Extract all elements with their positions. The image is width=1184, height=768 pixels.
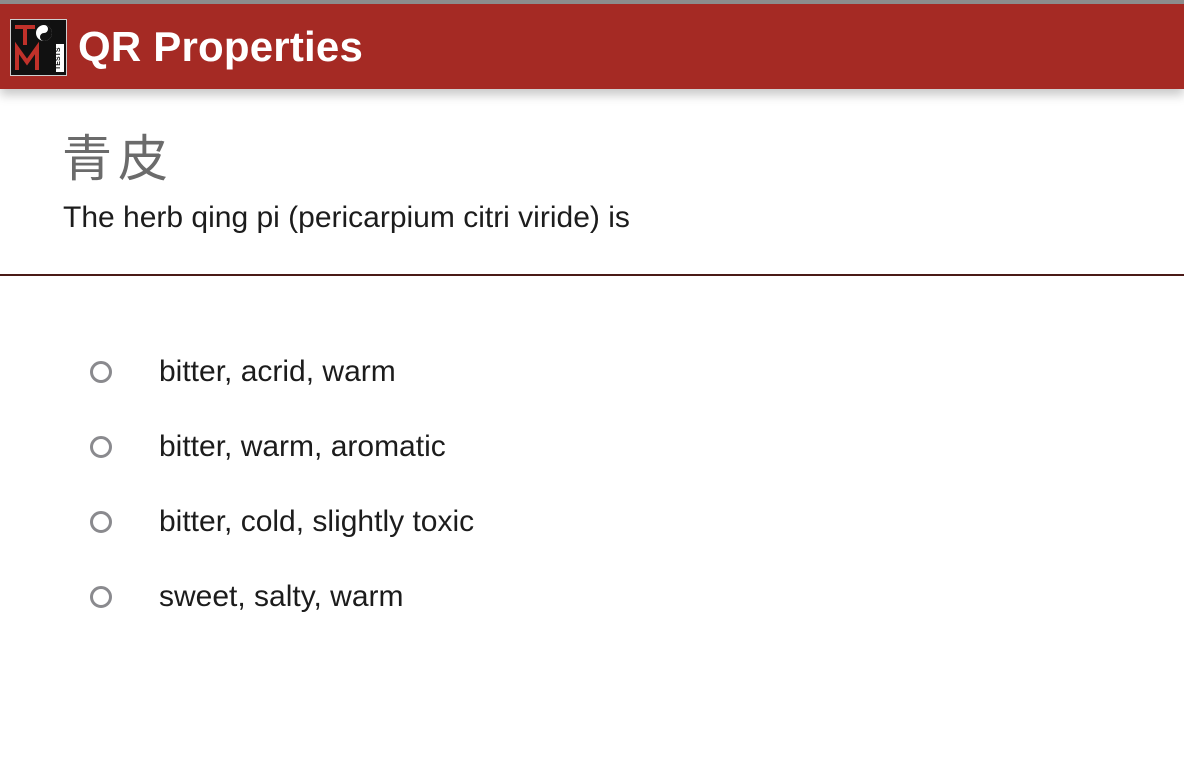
answer-option-label[interactable]: bitter, cold, slightly toxic (159, 503, 474, 541)
answer-option[interactable]: bitter, acrid, warm (86, 347, 786, 397)
app-header: TESTS QR Properties (0, 0, 1184, 89)
app-logo: TESTS (10, 19, 67, 76)
tcm-tests-logo-icon: TESTS (11, 20, 66, 75)
radio-button[interactable] (90, 586, 112, 608)
answer-option-label[interactable]: bitter, warm, aromatic (159, 428, 446, 466)
answer-option[interactable]: bitter, warm, aromatic (86, 422, 786, 472)
answer-option-label[interactable]: sweet, salty, warm (159, 578, 404, 616)
herb-chinese-name: 青皮 (62, 130, 174, 188)
question-text: The herb qing pi (pericarpium citri viri… (63, 201, 630, 234)
answer-option[interactable]: bitter, cold, slightly toxic (86, 497, 786, 547)
page-title: QR Properties (78, 23, 364, 70)
divider (0, 274, 1184, 276)
answer-option[interactable]: sweet, salty, warm (86, 572, 786, 622)
radio-button[interactable] (90, 511, 112, 533)
radio-button[interactable] (90, 361, 112, 383)
question-area: 青皮 The herb qing pi (pericarpium citri v… (0, 89, 1184, 275)
radio-button[interactable] (90, 436, 112, 458)
answer-option-label[interactable]: bitter, acrid, warm (159, 353, 396, 391)
svg-text:TESTS: TESTS (55, 47, 62, 70)
